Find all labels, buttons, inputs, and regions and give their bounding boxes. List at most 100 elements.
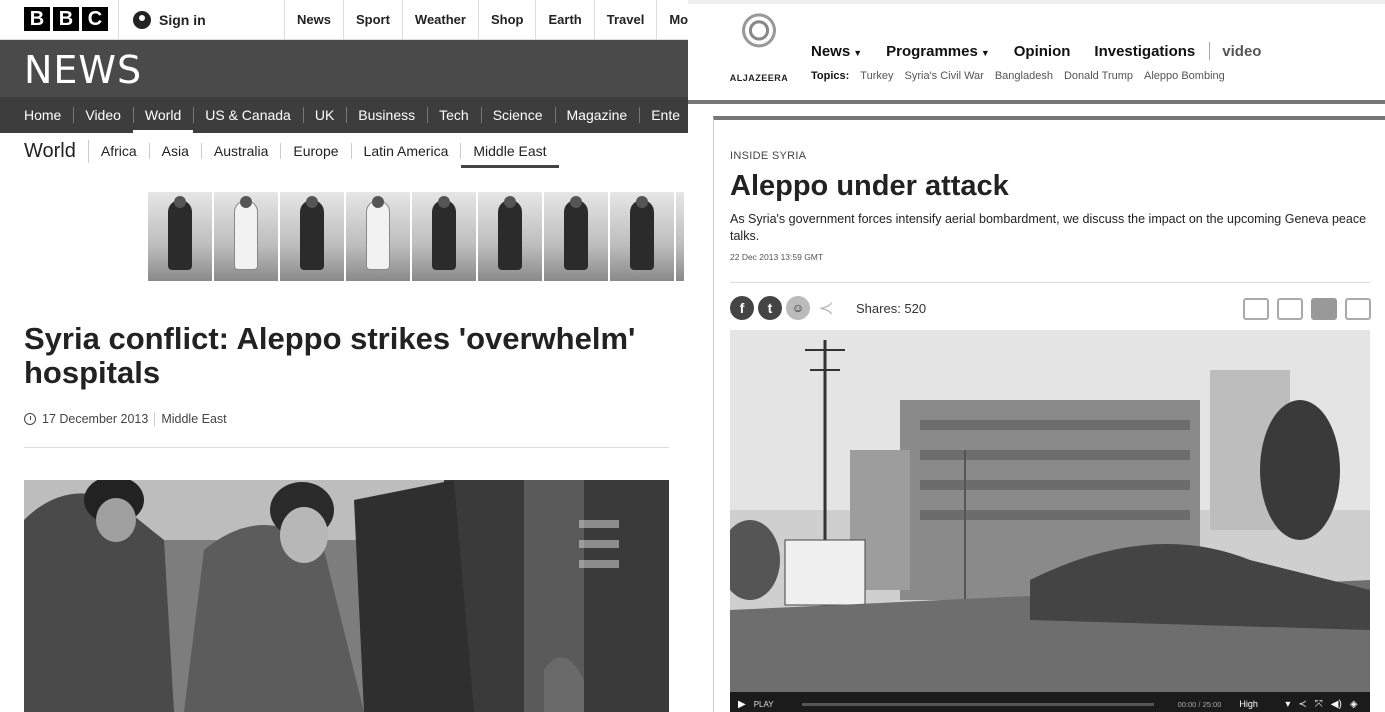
ad-product-image: [610, 192, 674, 281]
article-title: Aleppo under attack: [730, 170, 1009, 202]
ad-product-image: [346, 192, 410, 281]
main-nav-video[interactable]: Video: [73, 97, 133, 133]
video-time: 00:00 / 25:00: [1177, 699, 1222, 709]
article-date: 17 December 2013: [42, 412, 149, 426]
ad-product-image: [214, 192, 278, 281]
ad-product-image: [478, 192, 542, 281]
clock-icon: [24, 413, 36, 425]
aljazeera-logo-text: ALJAZEERA: [729, 73, 789, 83]
subnav-europe[interactable]: Europe: [281, 143, 352, 159]
main-nav-business[interactable]: Business: [346, 97, 427, 133]
topic-link[interactable]: Donald Trump: [1064, 70, 1133, 82]
top-nav-travel[interactable]: Travel: [593, 0, 657, 40]
main-nav-uk[interactable]: UK: [302, 97, 346, 133]
avatar-icon: [133, 11, 151, 29]
twitter-icon[interactable]: t: [758, 296, 782, 320]
play-label[interactable]: PLAY: [754, 700, 774, 709]
topic-link[interactable]: Syria's Civil War: [905, 70, 984, 82]
topic-link[interactable]: Bangladesh: [995, 70, 1053, 82]
header-divider: [688, 100, 1385, 104]
subnav-australia[interactable]: Australia: [202, 143, 282, 159]
chevron-down-icon: ▼: [853, 47, 863, 58]
main-nav-magazine[interactable]: Magazine: [554, 97, 640, 133]
main-nav-world[interactable]: World: [132, 97, 194, 133]
bbc-news-page: B B C Sign in News Sport Weather Shop Ea…: [0, 0, 688, 712]
nav-programmes[interactable]: Programmes ▼: [886, 43, 990, 60]
ad-product-image: [676, 192, 684, 281]
advertisement-banner[interactable]: [148, 192, 684, 281]
divider: [730, 282, 1370, 283]
ad-product-image: [280, 192, 344, 281]
article-lead-photo: [24, 480, 669, 712]
subnav-title[interactable]: World: [24, 139, 89, 163]
bbc-logo-letter: B: [53, 7, 79, 31]
nav-news[interactable]: News ▼: [811, 43, 862, 60]
video-player[interactable]: ▶ PLAY 00:00 / 25:00 High ▾ ≺ ⤧ ◀) ◈: [730, 330, 1370, 712]
share-icon[interactable]: ≺: [814, 296, 838, 320]
bbc-top-bar: B B C Sign in News Sport Weather Shop Ea…: [0, 0, 688, 40]
topic-link[interactable]: Turkey: [860, 70, 893, 82]
top-nav-more[interactable]: Mo: [656, 0, 688, 40]
sign-in-link[interactable]: Sign in: [118, 0, 206, 40]
topics-label: Topics:: [811, 70, 850, 82]
screenshot-composite: B B C Sign in News Sport Weather Shop Ea…: [0, 0, 1385, 712]
main-nav-science[interactable]: Science: [480, 97, 555, 133]
quality-select[interactable]: High: [1239, 699, 1277, 709]
bbc-logo-letter: C: [82, 7, 108, 31]
share-count: Shares: 520: [856, 300, 927, 316]
divider: [24, 447, 669, 448]
topic-link[interactable]: Aleppo Bombing: [1144, 70, 1225, 82]
share-bar: f t ☺ ≺ Shares: 520: [730, 296, 926, 320]
article-timestamp: 22 Dec 2013 13:59 GMT: [730, 252, 824, 262]
main-nav-us-canada[interactable]: US & Canada: [193, 97, 303, 133]
meta-divider: [154, 412, 156, 426]
play-icon[interactable]: ▶: [738, 699, 746, 710]
aljazeera-main-nav: News ▼ Programmes ▼ Opinion Investigations…: [811, 42, 1261, 60]
email-icon[interactable]: [1243, 298, 1269, 320]
main-nav-tech[interactable]: Tech: [427, 97, 481, 133]
subnav-middle-east[interactable]: Middle East: [461, 143, 559, 168]
reddit-icon[interactable]: ☺: [786, 296, 810, 320]
bbc-news-banner: NEWS: [0, 40, 688, 97]
volume-icon[interactable]: ◀): [1331, 699, 1342, 710]
nav-video[interactable]: video: [1222, 43, 1261, 60]
bbc-logo[interactable]: B B C: [24, 7, 108, 31]
main-nav-home[interactable]: Home: [12, 97, 73, 133]
article-kicker[interactable]: INSIDE SYRIA: [730, 150, 806, 162]
fullscreen-icon[interactable]: ⤧: [1315, 699, 1323, 710]
subnav-asia[interactable]: Asia: [150, 143, 202, 159]
article-summary: As Syria's government forces intensify a…: [730, 212, 1367, 243]
ad-product-image: [148, 192, 212, 281]
top-nav-sport[interactable]: Sport: [342, 0, 402, 40]
article-meta: 17 December 2013 Middle East: [24, 412, 227, 426]
print-icon[interactable]: [1277, 298, 1303, 320]
main-nav-entertainment[interactable]: Ente: [639, 97, 688, 133]
ad-product-image: [544, 192, 608, 281]
top-nav-earth[interactable]: Earth: [535, 0, 593, 40]
facebook-icon[interactable]: f: [730, 296, 754, 320]
chevron-down-icon: ▼: [980, 47, 990, 58]
sign-in-label: Sign in: [159, 12, 206, 28]
top-nav-news[interactable]: News: [284, 0, 343, 40]
nav-investigations[interactable]: Investigations: [1094, 43, 1195, 60]
feedback-icon[interactable]: [1345, 298, 1371, 320]
top-nav-weather[interactable]: Weather: [401, 0, 478, 40]
article-card: INSIDE SYRIA Aleppo under attack As Syri…: [713, 116, 1385, 712]
chevron-down-icon[interactable]: ▾: [1285, 699, 1290, 710]
share-icon[interactable]: ≺: [1298, 699, 1306, 710]
subnav-africa[interactable]: Africa: [89, 143, 150, 159]
video-frame: [730, 330, 1370, 692]
video-progress-bar[interactable]: [801, 702, 1154, 706]
lead-photo-svg: [24, 480, 669, 712]
comment-icon[interactable]: [1311, 298, 1337, 320]
subnav-latin-america[interactable]: Latin America: [352, 143, 462, 159]
aljazeera-logo[interactable]: ALJAZEERA: [728, 8, 790, 88]
nav-news-label: News: [811, 42, 851, 60]
nav-opinion[interactable]: Opinion: [1014, 43, 1071, 60]
article-category[interactable]: Middle East: [161, 412, 226, 426]
nav-divider: [1209, 42, 1211, 60]
bbc-top-nav: News Sport Weather Shop Earth Travel Mo: [284, 0, 688, 40]
top-nav-shop[interactable]: Shop: [477, 0, 536, 40]
section-title[interactable]: NEWS: [24, 48, 142, 92]
aljazeera-logo-icon: [741, 8, 777, 64]
